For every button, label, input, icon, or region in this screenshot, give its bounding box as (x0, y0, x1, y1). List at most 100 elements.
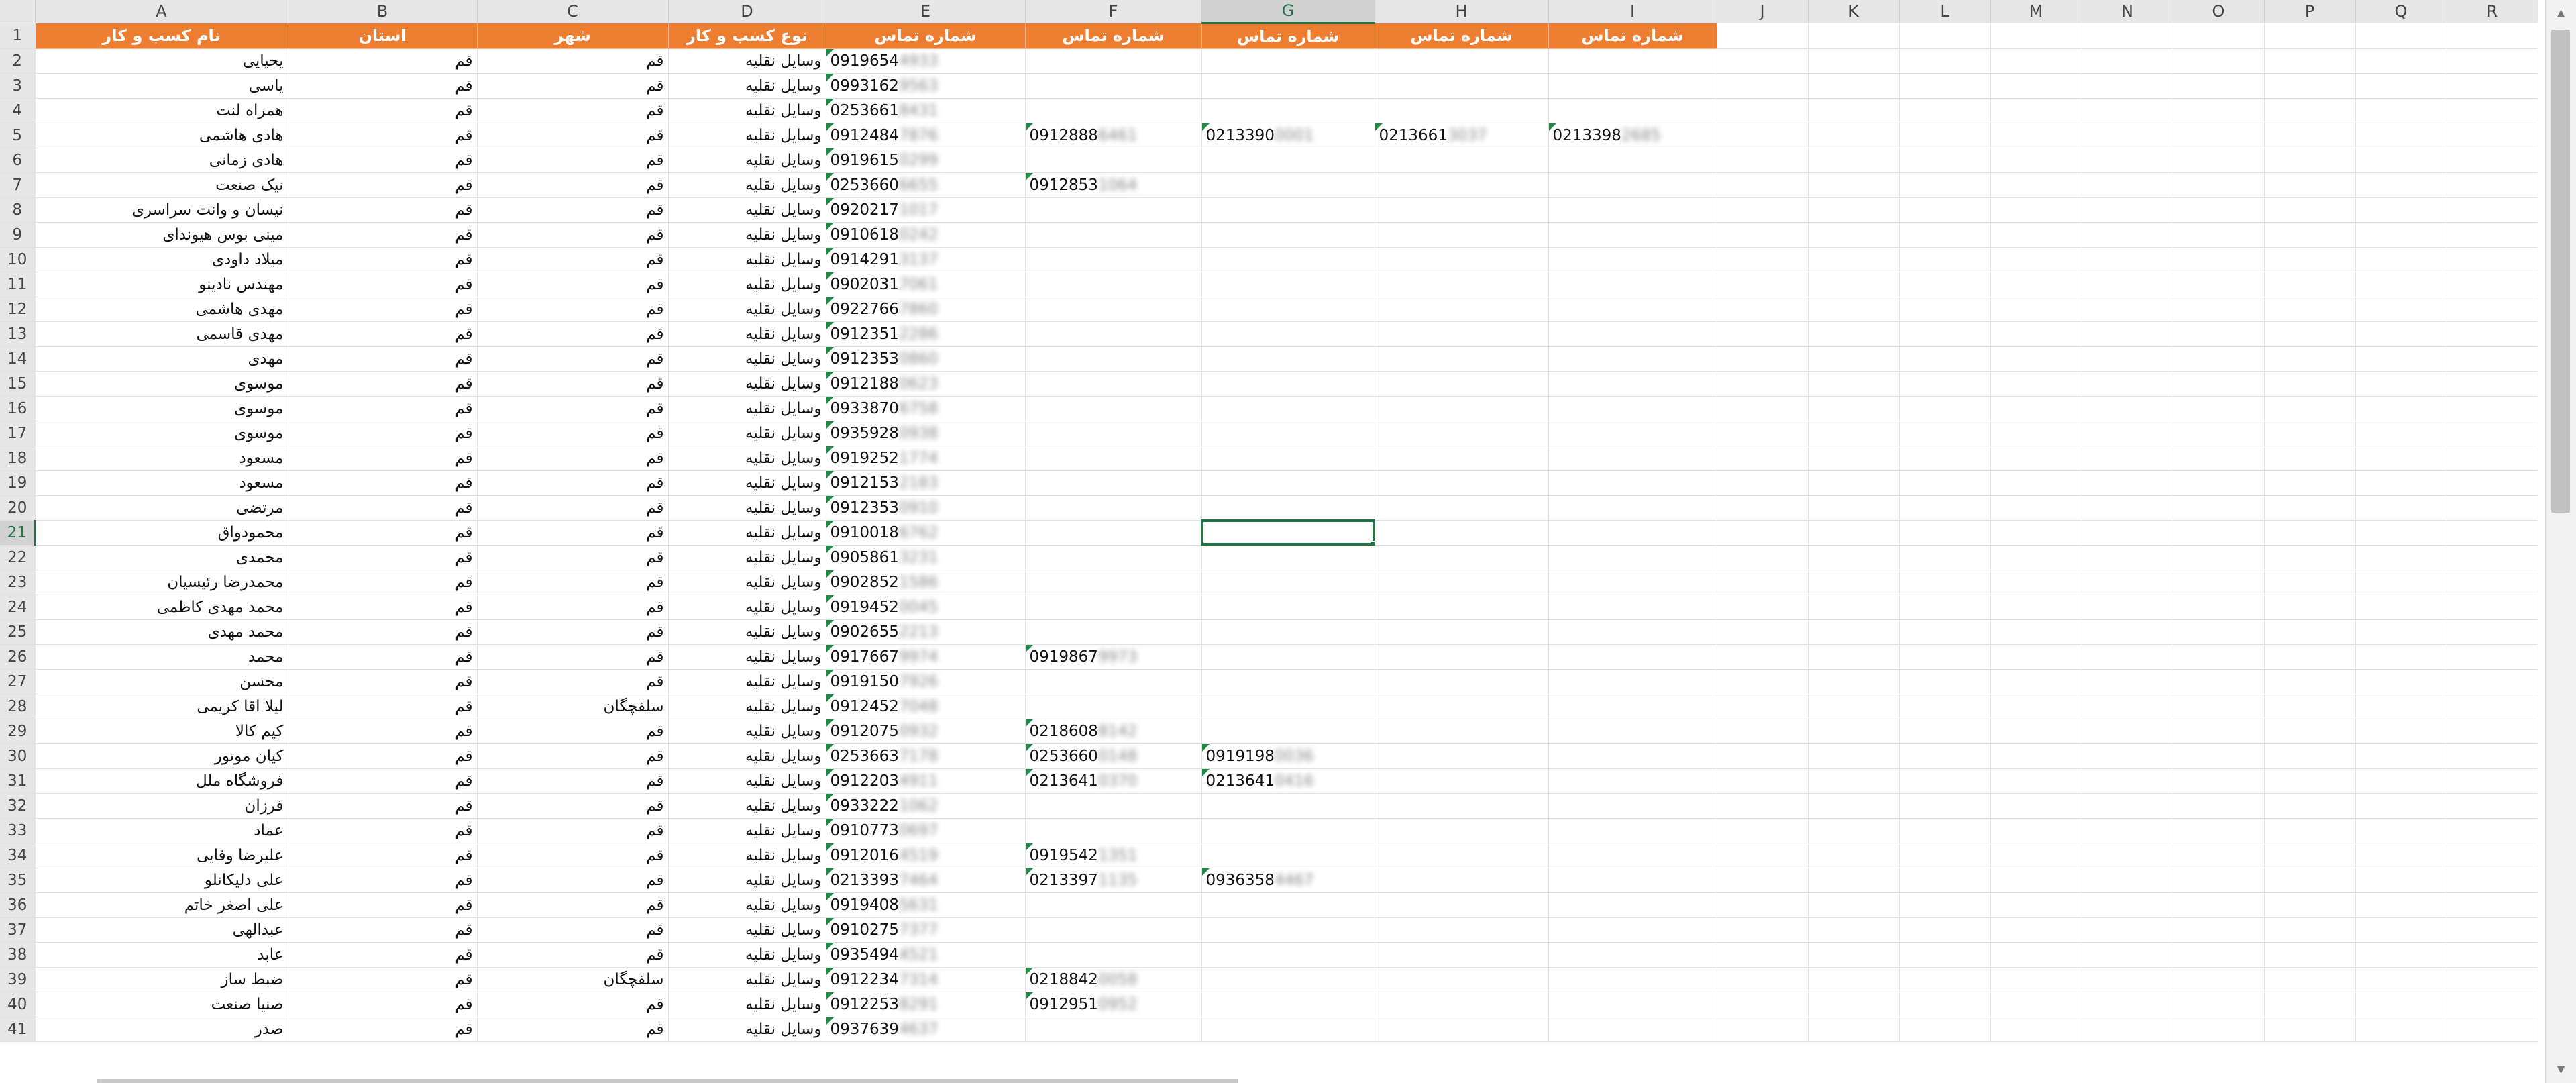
cell-O21[interactable] (2173, 520, 2265, 546)
cell-K25[interactable] (1808, 619, 1900, 645)
cell-L8[interactable] (1899, 197, 1991, 223)
cell-J40[interactable] (1717, 992, 1809, 1017)
cell-F20[interactable] (1025, 495, 1202, 521)
cell-L26[interactable] (1899, 644, 1991, 670)
cell-J30[interactable] (1717, 743, 1809, 769)
cell-I21[interactable] (1548, 520, 1717, 546)
cell-G26[interactable] (1201, 644, 1375, 670)
cell-F41[interactable] (1025, 1017, 1202, 1042)
cell-L11[interactable] (1899, 272, 1991, 297)
cell-J10[interactable] (1717, 247, 1809, 272)
cell-G34[interactable] (1201, 843, 1375, 868)
cell-N7[interactable] (2082, 172, 2174, 198)
cell-M39[interactable] (1990, 967, 2082, 992)
cell-M3[interactable] (1990, 73, 2082, 99)
cell-H13[interactable] (1375, 321, 1549, 347)
cell-P28[interactable] (2264, 694, 2356, 719)
column-header-H[interactable]: H (1375, 0, 1549, 23)
cell-C34[interactable]: قم (477, 843, 669, 868)
cell-I9[interactable] (1548, 222, 1717, 248)
cell-P8[interactable] (2264, 197, 2356, 223)
cell-A29[interactable]: کیم کالا (35, 719, 288, 744)
cell-C11[interactable]: قم (477, 272, 669, 297)
cell-O18[interactable] (2173, 446, 2265, 471)
cell-G17[interactable] (1201, 421, 1375, 446)
cell-N15[interactable] (2082, 371, 2174, 397)
cell-L14[interactable] (1899, 346, 1991, 372)
cell-D34[interactable]: وسایل نقلیه (668, 843, 826, 868)
cell-O40[interactable] (2173, 992, 2265, 1017)
cell-I25[interactable] (1548, 619, 1717, 645)
cell-P11[interactable] (2264, 272, 2356, 297)
cell-R36[interactable] (2447, 892, 2538, 918)
cell-R17[interactable] (2447, 421, 2538, 446)
cell-B8[interactable]: قم (288, 197, 478, 223)
cell-R8[interactable] (2447, 197, 2538, 223)
cell-Q11[interactable] (2355, 272, 2447, 297)
row-header-26[interactable]: 26 (0, 644, 36, 670)
cell-N1[interactable] (2082, 23, 2174, 49)
cell-N22[interactable] (2082, 545, 2174, 570)
cell-B10[interactable]: قم (288, 247, 478, 272)
cell-D23[interactable]: وسایل نقلیه (668, 570, 826, 595)
row-header-1[interactable]: 1 (0, 23, 36, 49)
cell-C39[interactable]: سلفچگان (477, 967, 669, 992)
row-header-28[interactable]: 28 (0, 694, 36, 719)
cell-Q19[interactable] (2355, 470, 2447, 496)
cell-M23[interactable] (1990, 570, 2082, 595)
cell-E5[interactable]: 09124847876 (826, 123, 1026, 148)
cell-B13[interactable]: قم (288, 321, 478, 347)
cell-O38[interactable] (2173, 942, 2265, 968)
cell-K35[interactable] (1808, 868, 1900, 893)
row-header-23[interactable]: 23 (0, 570, 36, 595)
cell-O17[interactable] (2173, 421, 2265, 446)
cell-P26[interactable] (2264, 644, 2356, 670)
cell-Q30[interactable] (2355, 743, 2447, 769)
cell-Q8[interactable] (2355, 197, 2447, 223)
cell-M26[interactable] (1990, 644, 2082, 670)
cell-R29[interactable] (2447, 719, 2538, 744)
column-header-N[interactable]: N (2082, 0, 2174, 23)
cell-C22[interactable]: قم (477, 545, 669, 570)
cell-Q20[interactable] (2355, 495, 2447, 521)
cell-Q3[interactable] (2355, 73, 2447, 99)
cell-D2[interactable]: وسایل نقلیه (668, 48, 826, 74)
cell-D27[interactable]: وسایل نقلیه (668, 669, 826, 694)
cell-I23[interactable] (1548, 570, 1717, 595)
cell-Q33[interactable] (2355, 818, 2447, 843)
cell-K6[interactable] (1808, 148, 1900, 173)
cell-P40[interactable] (2264, 992, 2356, 1017)
cell-K39[interactable] (1808, 967, 1900, 992)
cell-F28[interactable] (1025, 694, 1202, 719)
cell-R35[interactable] (2447, 868, 2538, 893)
header-cell-E[interactable]: شماره تماس (826, 23, 1026, 49)
row-header-15[interactable]: 15 (0, 371, 36, 397)
cell-table[interactable]: ABCDEFGHIJKLMNOPQR 1 نام کسب و کار استان شه… (0, 0, 2538, 1042)
cell-H36[interactable] (1375, 892, 1549, 918)
cell-H18[interactable] (1375, 446, 1549, 471)
cell-G30[interactable]: 09191980036 (1201, 743, 1375, 769)
cell-F31[interactable]: 02136410370 (1025, 768, 1202, 794)
cell-K37[interactable] (1808, 917, 1900, 943)
cell-M25[interactable] (1990, 619, 2082, 645)
cell-J11[interactable] (1717, 272, 1809, 297)
cell-D38[interactable]: وسایل نقلیه (668, 942, 826, 968)
cell-F7[interactable]: 09128531064 (1025, 172, 1202, 198)
cell-M31[interactable] (1990, 768, 2082, 794)
cell-R18[interactable] (2447, 446, 2538, 471)
cell-N21[interactable] (2082, 520, 2174, 546)
cell-N6[interactable] (2082, 148, 2174, 173)
cell-B15[interactable]: قم (288, 371, 478, 397)
row-header-18[interactable]: 18 (0, 446, 36, 471)
cell-K36[interactable] (1808, 892, 1900, 918)
cell-M37[interactable] (1990, 917, 2082, 943)
cell-B32[interactable]: قم (288, 793, 478, 819)
cell-D11[interactable]: وسایل نقلیه (668, 272, 826, 297)
cell-Q36[interactable] (2355, 892, 2447, 918)
cell-B22[interactable]: قم (288, 545, 478, 570)
cell-M14[interactable] (1990, 346, 2082, 372)
cell-B2[interactable]: قم (288, 48, 478, 74)
cell-D22[interactable]: وسایل نقلیه (668, 545, 826, 570)
cell-B24[interactable]: قم (288, 595, 478, 620)
cell-E38[interactable]: 09354944521 (826, 942, 1026, 968)
